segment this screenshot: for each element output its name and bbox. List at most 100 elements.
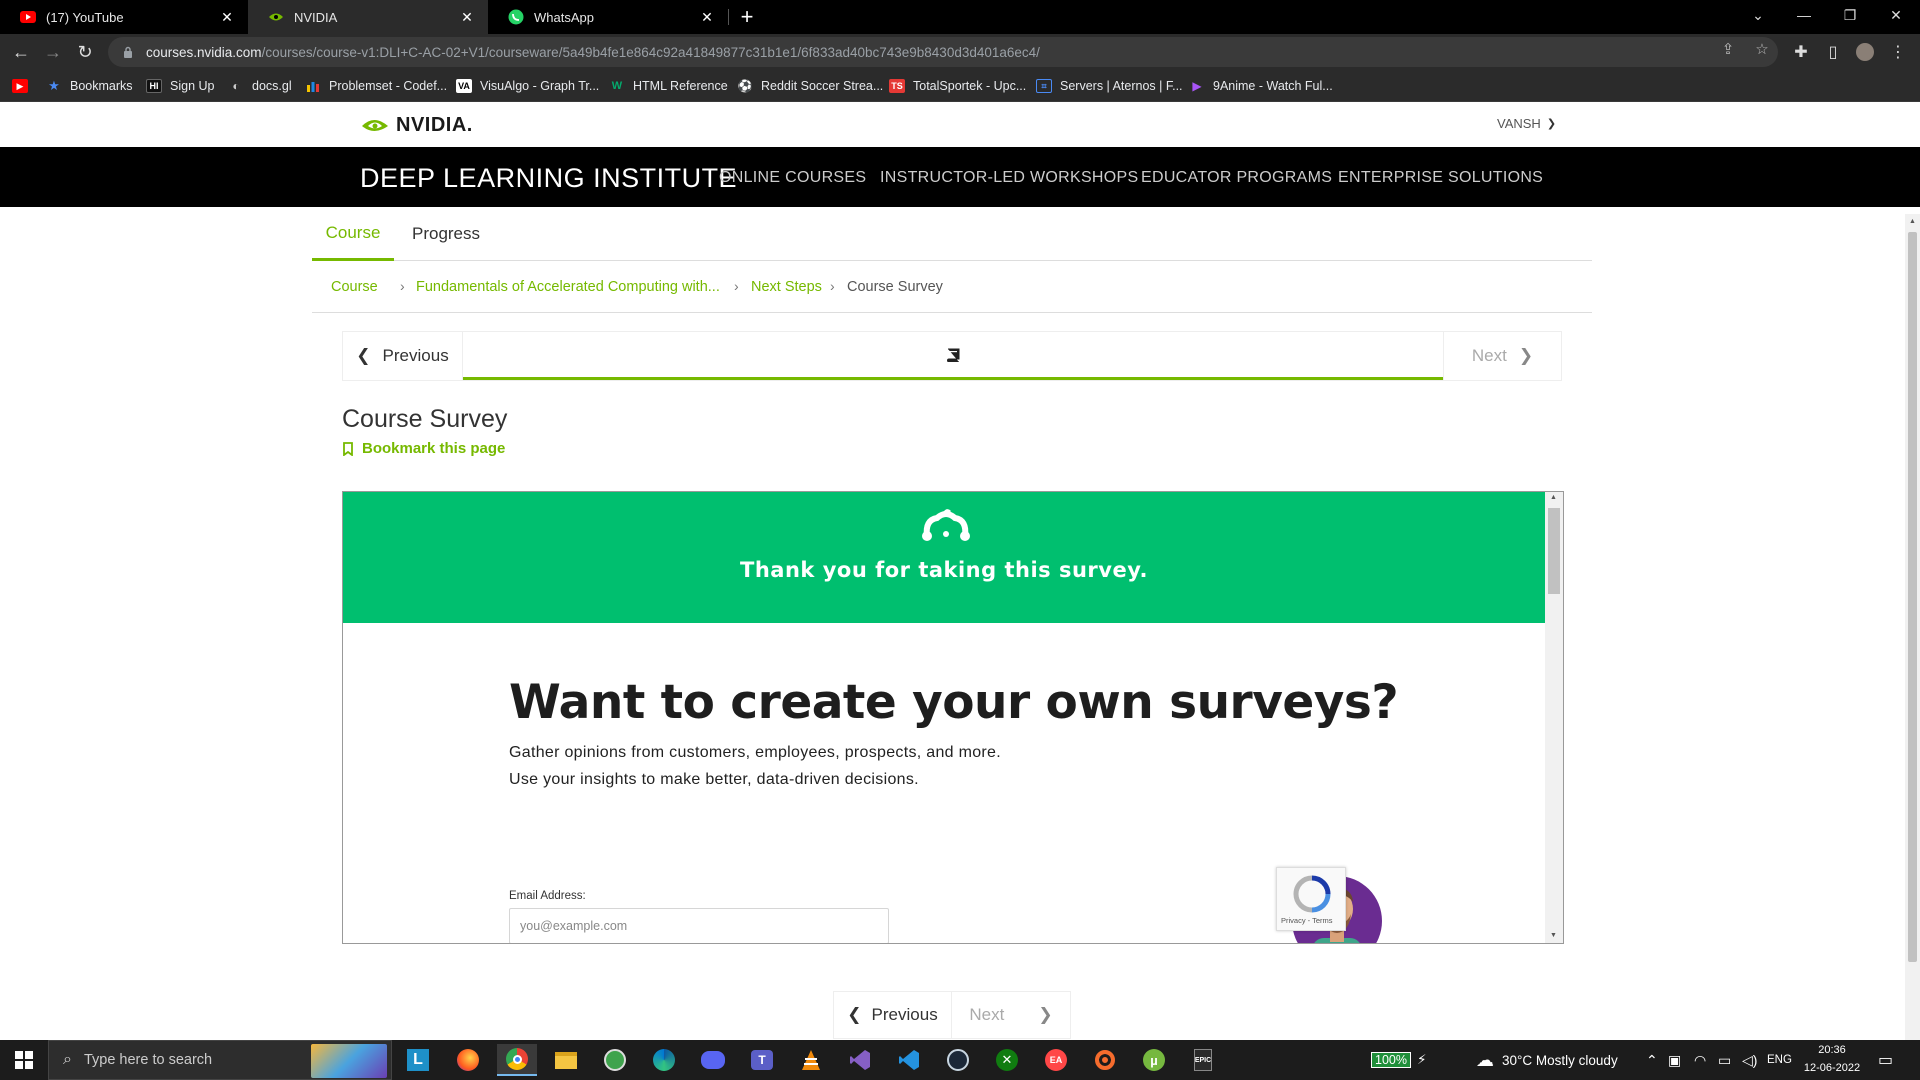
visualgo-icon: VA	[456, 79, 472, 93]
profile-avatar[interactable]	[1854, 41, 1876, 63]
scrollbar-thumb[interactable]	[1548, 508, 1560, 594]
nav-online-courses[interactable]: ONLINE COURSES	[719, 169, 866, 187]
iframe-scrollbar[interactable]: ▲ ▼	[1545, 492, 1563, 943]
clock-time[interactable]: 20:36	[1802, 1044, 1862, 1056]
survey-iframe[interactable]: Thank you for taking this survey. Want t…	[342, 491, 1564, 944]
taskbar-epic-games-icon[interactable]: EPIC	[1183, 1044, 1223, 1076]
start-button[interactable]	[0, 1040, 48, 1080]
back-button[interactable]: ←	[7, 38, 35, 66]
taskbar-search-input[interactable]: ⌕ Type here to search	[48, 1040, 392, 1080]
bookmark-aternos[interactable]: ⌗ Servers | Aternos | F...	[1036, 77, 1183, 95]
bookmark-docsgl[interactable]: ◐ docs.gl	[228, 77, 291, 95]
nvidia-logo[interactable]: NVIDIA.	[360, 114, 473, 137]
close-tab-icon[interactable]: ✕	[698, 8, 716, 26]
weather-widget[interactable]: ☁ 30°C Mostly cloudy	[1476, 1040, 1618, 1080]
taskbar-vlc-icon[interactable]	[791, 1044, 831, 1076]
breadcrumb-course-name[interactable]: Fundamentals of Accelerated Computing wi…	[416, 279, 720, 295]
tab-whatsapp[interactable]: WhatsApp ✕	[488, 0, 728, 34]
close-tab-icon[interactable]: ✕	[218, 8, 236, 26]
lock-icon[interactable]	[122, 46, 134, 58]
taskbar-discord-icon[interactable]	[693, 1044, 733, 1076]
meet-now-icon[interactable]: ▣	[1668, 1040, 1681, 1080]
previous-button[interactable]: ❮ Previous	[343, 332, 463, 380]
tab-search-icon[interactable]: ⌄	[1735, 0, 1781, 30]
wifi-icon[interactable]: ◠	[1694, 1040, 1706, 1080]
taskbar-xbox-icon[interactable]: ✕	[987, 1044, 1027, 1076]
bookmark-codeforces[interactable]: Problemset - Codef...	[305, 77, 447, 95]
bookmark-signup[interactable]: HI Sign Up	[146, 77, 214, 95]
taskbar-xbox-app-icon[interactable]	[595, 1044, 635, 1076]
scroll-up-icon[interactable]: ▲	[1550, 494, 1557, 501]
recaptcha-badge[interactable]: Privacy - Terms	[1276, 867, 1346, 931]
taskbar-vscode-icon[interactable]	[889, 1044, 929, 1076]
clock-date[interactable]: 12-06-2022	[1802, 1062, 1862, 1074]
whatsapp-icon	[508, 9, 524, 25]
bookmark-9anime[interactable]: ▶ 9Anime - Watch Ful...	[1189, 77, 1332, 95]
scroll-down-icon[interactable]: ▼	[1550, 932, 1557, 939]
unit-tab-current[interactable]	[463, 332, 1443, 380]
taskbar-visual-studio-icon[interactable]	[840, 1044, 880, 1076]
minimize-button[interactable]: —	[1781, 0, 1827, 30]
next-button-bottom[interactable]: Next ❯	[952, 992, 1070, 1038]
tab-nvidia[interactable]: NVIDIA ✕	[248, 0, 488, 34]
close-window-button[interactable]: ✕	[1873, 0, 1919, 30]
next-button[interactable]: Next ❯	[1443, 332, 1561, 380]
nav-instructor-led-workshops[interactable]: INSTRUCTOR-LED WORKSHOPS	[880, 169, 1138, 187]
close-tab-icon[interactable]: ✕	[458, 8, 476, 26]
windows-taskbar: ⌕ Type here to search L T ✕ EA µ EPIC 10…	[0, 1040, 1920, 1080]
page-scrollbar[interactable]: ▲	[1905, 214, 1920, 1040]
language-indicator[interactable]: ENG	[1767, 1040, 1792, 1080]
volume-icon[interactable]: ◁)	[1742, 1040, 1757, 1080]
recaptcha-links[interactable]: Privacy - Terms	[1281, 916, 1333, 925]
notifications-icon[interactable]: ▭	[1878, 1040, 1893, 1080]
tab-progress[interactable]: Progress	[406, 207, 486, 261]
bookmark-totalsportek[interactable]: TS TotalSportek - Upc...	[889, 77, 1026, 95]
tab-course[interactable]: Course	[312, 207, 394, 261]
chevron-right-icon: ❯	[1518, 346, 1534, 365]
bookmark-html-reference[interactable]: W HTML Reference	[609, 77, 728, 95]
restore-button[interactable]: ❐	[1827, 0, 1873, 30]
extensions-icon[interactable]: ✚	[1790, 41, 1812, 63]
nav-enterprise-solutions[interactable]: ENTERPRISE SOLUTIONS	[1338, 169, 1543, 187]
share-icon[interactable]: ⇪	[1718, 39, 1738, 59]
taskbar-teams-icon[interactable]: T	[742, 1044, 782, 1076]
scrollbar-thumb[interactable]	[1908, 232, 1917, 962]
battery-icon[interactable]: ▭	[1718, 1040, 1731, 1080]
bookmark-youtube[interactable]: ▶	[12, 77, 36, 95]
bookmark-reddit[interactable]: ⚽ Reddit Soccer Strea...	[737, 77, 884, 95]
taskbar-edge-icon[interactable]	[644, 1044, 684, 1076]
surveymonkey-logo-icon	[922, 509, 970, 541]
user-menu[interactable]: VANSH ❯	[1497, 116, 1556, 131]
reload-button[interactable]: ↻	[71, 38, 99, 66]
previous-button-bottom[interactable]: ❮ Previous	[834, 992, 952, 1038]
bookmark-bookmarks[interactable]: ★ Bookmarks	[46, 77, 132, 95]
breadcrumb-next-steps[interactable]: Next Steps	[751, 279, 822, 295]
nav-educator-programs[interactable]: EDUCATOR PROGRAMS	[1141, 169, 1332, 187]
bookmark-star-icon[interactable]: ☆	[1752, 39, 1772, 59]
address-bar[interactable]: courses.nvidia.com/courses/course-v1:DLI…	[108, 37, 1778, 67]
survey-thanks-message: Thank you for taking this survey.	[740, 558, 1148, 582]
nvidia-header: NVIDIA. VANSH ❯	[0, 102, 1905, 147]
breadcrumb-course[interactable]: Course	[331, 279, 378, 295]
taskbar-firefox-icon[interactable]	[448, 1044, 488, 1076]
taskbar-utorrent-icon[interactable]: µ	[1134, 1044, 1174, 1076]
taskbar-origin-icon[interactable]	[1085, 1044, 1125, 1076]
taskbar-ea-icon[interactable]: EA	[1036, 1044, 1076, 1076]
survey-headline: Want to create your own surveys?	[509, 675, 1399, 730]
scroll-up-icon[interactable]: ▲	[1909, 218, 1916, 225]
taskbar-app-launcher[interactable]: L	[398, 1044, 438, 1076]
dli-title[interactable]: DEEP LEARNING INSTITUTE	[360, 163, 737, 194]
bookmark-visualgo[interactable]: VA VisuAlgo - Graph Tr...	[456, 77, 599, 95]
bookmark-page-button[interactable]: Bookmark this page	[342, 440, 505, 457]
taskbar-chrome-icon[interactable]	[497, 1044, 537, 1076]
tray-overflow-icon[interactable]: ⌃	[1646, 1040, 1658, 1080]
email-field[interactable]: you@example.com	[509, 908, 889, 943]
new-tab-button[interactable]: +	[735, 5, 759, 29]
taskbar-file-explorer-icon[interactable]	[546, 1044, 586, 1076]
menu-icon[interactable]: ⋮	[1887, 41, 1909, 63]
tab-youtube[interactable]: (17) YouTube ✕	[0, 0, 248, 34]
side-panel-icon[interactable]: ▯	[1822, 41, 1844, 63]
taskbar-steam-icon[interactable]	[938, 1044, 978, 1076]
battery-indicator[interactable]: 100% ⚡	[1371, 1040, 1426, 1080]
forward-button[interactable]: →	[39, 38, 67, 66]
